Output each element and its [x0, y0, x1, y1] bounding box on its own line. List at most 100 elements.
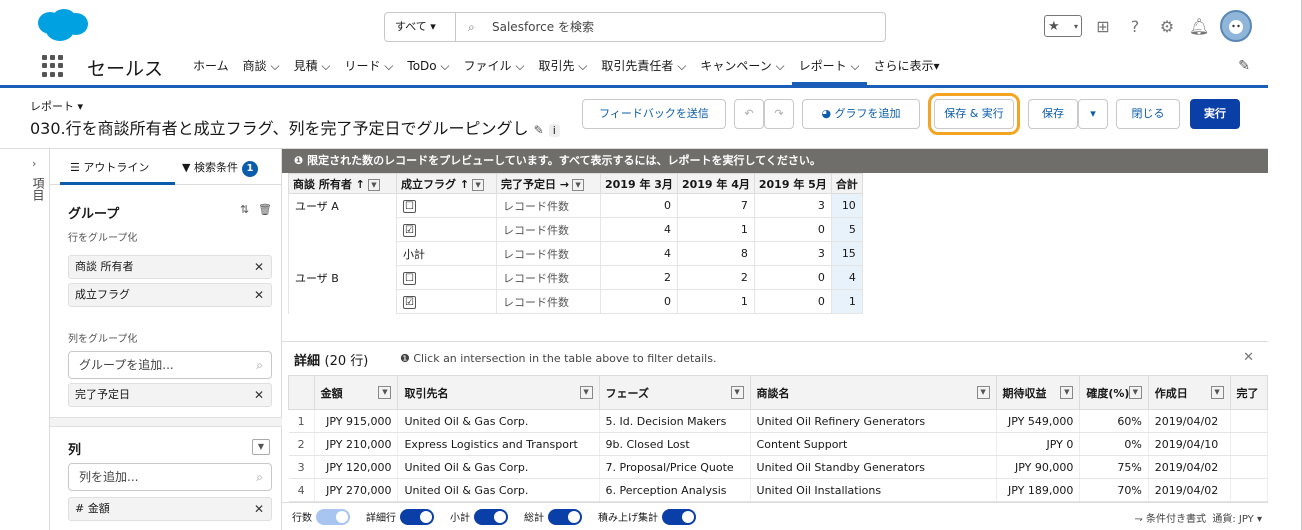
conditional-format-button[interactable]: ⇁ 条件付き書式: [1134, 514, 1206, 525]
run-button[interactable]: 実行: [1190, 99, 1240, 129]
report-type-label[interactable]: レポート ▾: [30, 98, 83, 114]
nav-item[interactable]: 取引先責任者 ⌵: [594, 48, 693, 85]
stacked-summary-toggle[interactable]: [662, 508, 696, 525]
matrix-cell[interactable]: 3: [753, 241, 832, 266]
column-pill[interactable]: # 金額 ✕: [68, 497, 272, 521]
detail-header[interactable]: 完了: [1229, 375, 1269, 410]
column-menu-icon[interactable]: ▼: [378, 386, 392, 399]
nav-item[interactable]: キャンペーン ⌵: [693, 48, 791, 85]
column-menu-icon[interactable]: ▼: [579, 386, 593, 399]
nav-item[interactable]: リード ⌵: [337, 48, 400, 85]
table-row[interactable]: 4 JPY 270,000 United Oil & Gas Corp. 6. Per…: [288, 478, 1269, 502]
avatar[interactable]: [1220, 10, 1252, 42]
undo-button[interactable]: ↶: [734, 99, 764, 129]
remove-icon[interactable]: ✕: [254, 256, 264, 278]
matrix-header[interactable]: 商談 所有者 ↑ ▼: [288, 173, 397, 194]
add-icon[interactable]: ⊞: [1092, 15, 1114, 37]
column-menu-icon[interactable]: ▼: [1060, 386, 1074, 399]
matrix-cell[interactable]: 3: [753, 193, 832, 218]
matrix-cell[interactable]: 5: [830, 217, 863, 242]
remove-icon[interactable]: ✕: [254, 384, 264, 406]
columns-menu-button[interactable]: ▼: [252, 439, 270, 455]
nav-item[interactable]: さらに表示▾: [867, 48, 947, 85]
nav-item[interactable]: レポート ⌵: [791, 48, 867, 85]
matrix-header[interactable]: 完了予定日 → ▼: [496, 173, 601, 194]
add-group-input[interactable]: グループを追加... ⌕: [68, 351, 272, 379]
info-icon[interactable]: i: [548, 124, 560, 137]
app-launcher-icon[interactable]: [42, 55, 64, 77]
matrix-cell[interactable]: 1: [830, 289, 863, 314]
gear-icon[interactable]: ⚙: [1156, 15, 1178, 37]
matrix-cell[interactable]: 0: [600, 289, 678, 314]
table-row[interactable]: 3 JPY 120,000 United Oil & Gas Corp. 7. Pro…: [288, 455, 1269, 479]
matrix-cell[interactable]: 7: [676, 193, 755, 218]
remove-icon[interactable]: ✕: [254, 498, 264, 520]
column-menu-icon[interactable]: ▼: [572, 178, 585, 191]
column-menu-icon[interactable]: ▼: [367, 178, 380, 191]
matrix-cell[interactable]: 1: [676, 289, 755, 314]
global-search-input[interactable]: ⌕ Salesforce を検索: [456, 12, 886, 42]
nav-item[interactable]: ファイル ⌵: [457, 48, 532, 85]
table-row[interactable]: 1 JPY 915,000 United Oil & Gas Corp. 5. Id.…: [288, 409, 1269, 433]
detail-header[interactable]: 商談名 ▼: [749, 375, 997, 410]
swap-icon[interactable]: ⇅: [240, 203, 249, 216]
nav-item[interactable]: 商談 ⌵: [236, 48, 287, 85]
grand-total-toggle[interactable]: [548, 508, 582, 525]
redo-button[interactable]: ↷: [764, 99, 794, 129]
help-icon[interactable]: ?: [1124, 15, 1146, 37]
send-feedback-button[interactable]: フィードバックを送信: [582, 99, 726, 129]
detail-header[interactable]: 取引先名 ▼: [397, 375, 600, 410]
matrix-cell[interactable]: 15: [830, 241, 863, 266]
matrix-cell[interactable]: 2: [676, 265, 755, 290]
pencil-icon[interactable]: ✎: [534, 123, 544, 137]
fields-rail[interactable]: › 項目: [0, 149, 50, 530]
detail-header[interactable]: 金額 ▼: [313, 375, 399, 410]
matrix-cell[interactable]: 4: [600, 217, 678, 242]
remove-icon[interactable]: ✕: [254, 284, 264, 306]
close-icon[interactable]: ✕: [1243, 350, 1254, 365]
table-row[interactable]: 2 JPY 210,000 Express Logistics and Transp…: [288, 432, 1269, 456]
detail-header[interactable]: 確度(%) ▼: [1079, 375, 1149, 410]
matrix-cell[interactable]: 0: [753, 217, 832, 242]
detail-rows-toggle[interactable]: [400, 508, 434, 525]
matrix-cell[interactable]: 2: [600, 265, 678, 290]
close-button[interactable]: 閉じる: [1116, 99, 1180, 129]
bell-icon[interactable]: 🔔︎: [1188, 15, 1210, 37]
matrix-cell[interactable]: 4: [600, 241, 678, 266]
column-menu-icon[interactable]: ▼: [730, 386, 744, 399]
matrix-cell[interactable]: 4: [830, 265, 863, 290]
row-count-toggle[interactable]: [316, 508, 350, 525]
matrix-cell[interactable]: 10: [830, 193, 863, 218]
save-button[interactable]: 保存: [1028, 99, 1078, 129]
save-dropdown-button[interactable]: ▾: [1078, 99, 1108, 129]
nav-item[interactable]: 見積 ⌵: [287, 48, 338, 85]
column-menu-icon[interactable]: ▼: [976, 386, 990, 399]
chevron-right-icon[interactable]: ›: [32, 157, 36, 170]
tab-filters[interactable]: ▼ 検索条件 1: [182, 159, 258, 177]
currency-select[interactable]: 通貨: JPY ▾: [1212, 514, 1262, 525]
add-chart-button[interactable]: ◕ グラフを追加: [802, 99, 920, 129]
salesforce-logo[interactable]: [36, 8, 90, 42]
search-scope-select[interactable]: すべて ▾: [384, 12, 456, 42]
add-column-input[interactable]: 列を追加... ⌕: [68, 463, 272, 491]
matrix-cell[interactable]: 0: [753, 265, 832, 290]
column-menu-icon[interactable]: ▼: [1128, 386, 1142, 399]
matrix-cell[interactable]: 0: [753, 289, 832, 314]
column-menu-icon[interactable]: ▼: [472, 178, 485, 191]
nav-item[interactable]: ホーム: [186, 48, 236, 85]
edit-nav-icon[interactable]: ✎: [1238, 58, 1250, 74]
matrix-header[interactable]: 成立フラグ ↑ ▼: [396, 173, 497, 194]
row-group-pill[interactable]: 商談 所有者 ✕: [68, 255, 272, 279]
detail-header[interactable]: 期待収益 ▼: [995, 375, 1081, 410]
matrix-cell[interactable]: 8: [676, 241, 755, 266]
matrix-cell[interactable]: 0: [600, 193, 678, 218]
tab-outline[interactable]: ☰ アウトライン: [70, 159, 149, 175]
detail-header[interactable]: 作成日 ▼: [1147, 375, 1231, 410]
row-group-pill[interactable]: 成立フラグ ✕: [68, 283, 272, 307]
subtotal-toggle[interactable]: [474, 508, 508, 525]
nav-item[interactable]: 取引先 ⌵: [531, 48, 594, 85]
column-group-pill[interactable]: 完了予定日 ✕: [68, 383, 272, 407]
matrix-cell[interactable]: 1: [676, 217, 755, 242]
column-menu-icon[interactable]: ▼: [1210, 386, 1224, 399]
save-and-run-button[interactable]: 保存 & 実行: [928, 93, 1020, 135]
